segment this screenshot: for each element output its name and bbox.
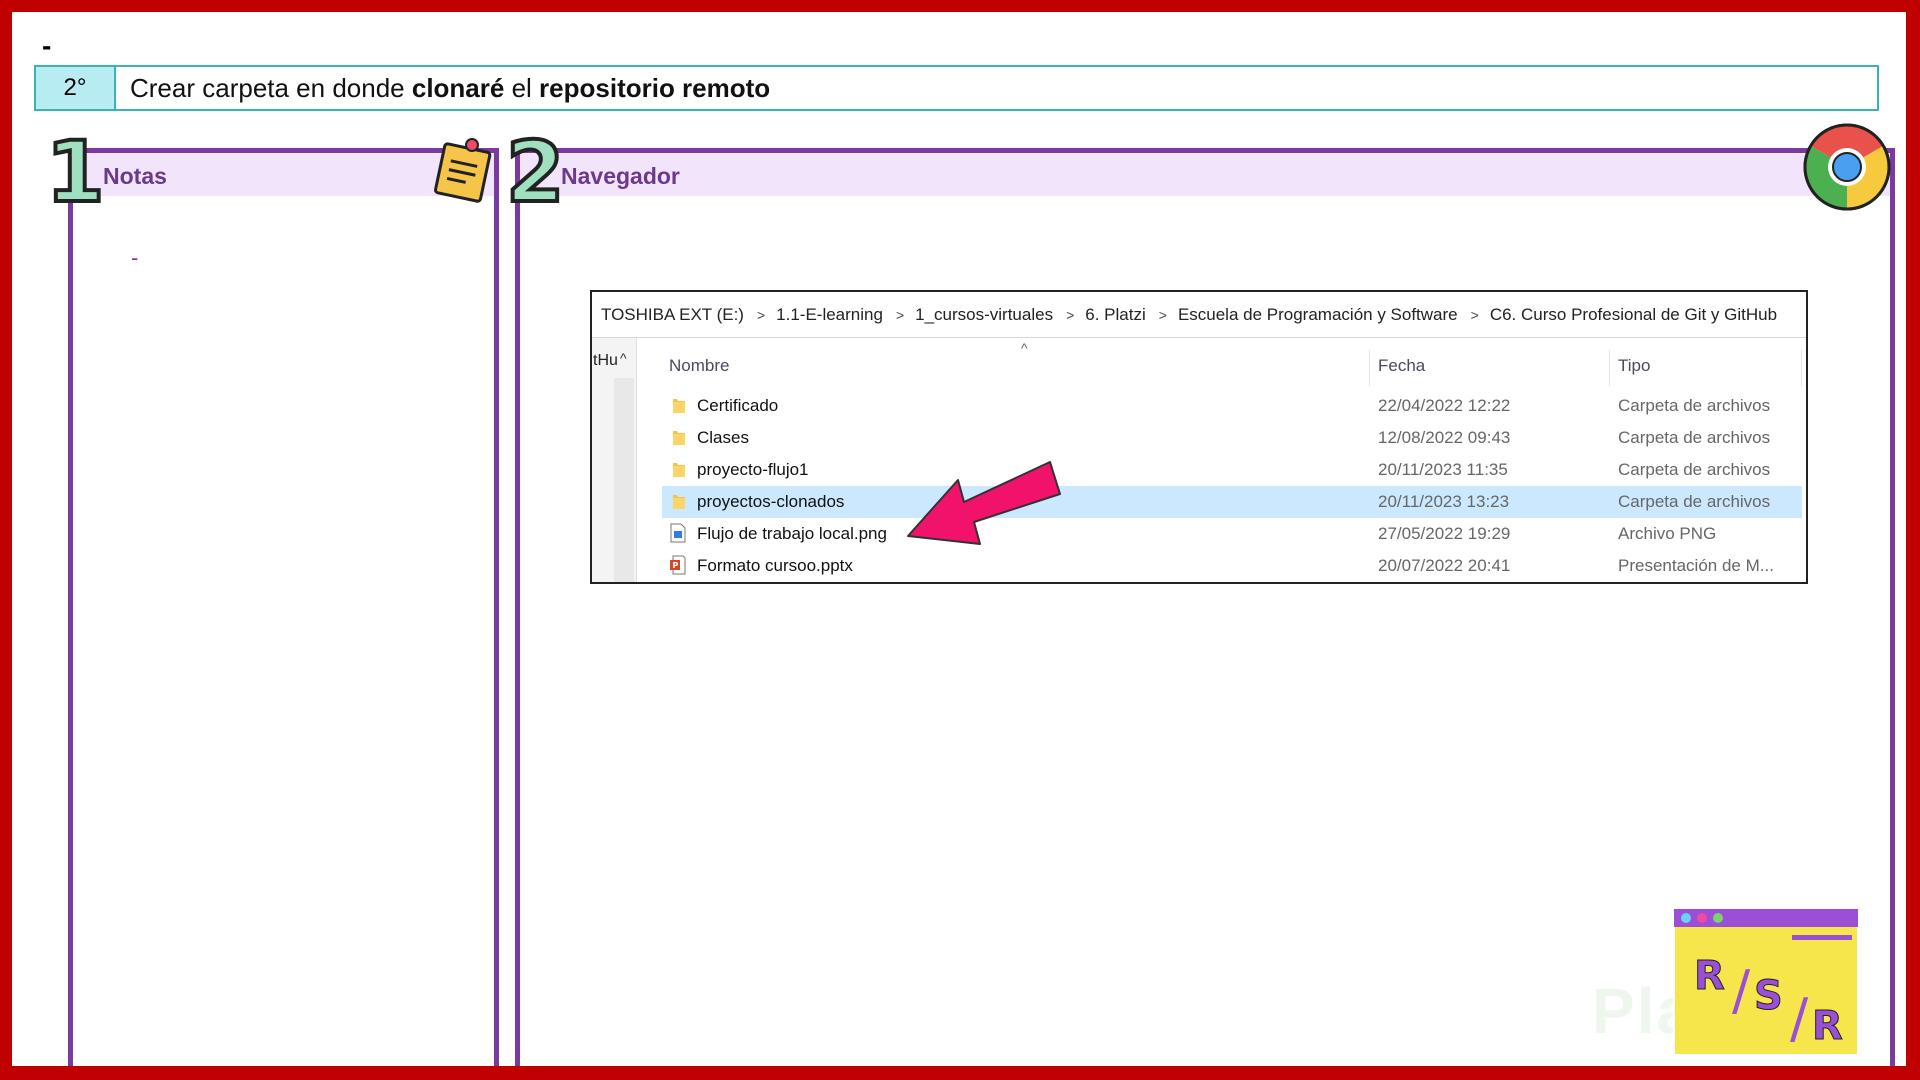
sticky-note-icon xyxy=(433,138,492,203)
file-name: Certificado xyxy=(697,396,779,415)
file-row[interactable]: P Formato cursoo.pptx 20/07/2022 20:41 P… xyxy=(662,550,1802,582)
breadcrumb-item[interactable]: Escuela de Programación y Software xyxy=(1178,305,1458,325)
logo-slash: / xyxy=(1790,987,1809,1050)
step-text-bold: repositorio remoto xyxy=(539,73,771,103)
folder-icon xyxy=(673,399,685,413)
step-text-part: Crear carpeta en donde xyxy=(130,73,412,103)
breadcrumb-item[interactable]: 6. Platzi xyxy=(1085,305,1145,325)
logo-letter: S xyxy=(1754,973,1783,1019)
navigation-pane: tHu ^ xyxy=(592,338,637,582)
file-explorer: TOSHIBA EXT (E:) > 1.1-E-learning > 1_curs… xyxy=(590,290,1808,584)
column-header-name[interactable]: Nombre xyxy=(669,356,729,376)
browser-title: Navegador xyxy=(561,163,680,189)
column-divider[interactable] xyxy=(1609,350,1610,386)
step-text-bold: clonaré xyxy=(411,73,505,103)
rsr-logo: R / S / R xyxy=(1673,908,1859,1056)
breadcrumb-item[interactable]: TOSHIBA EXT (E:) xyxy=(601,305,744,325)
folder-icon xyxy=(673,463,685,477)
folder-icon xyxy=(673,495,685,509)
column-header-type[interactable]: Tipo xyxy=(1618,356,1650,376)
file-row-selected[interactable]: proyectos-clonados 20/11/2023 13:23 Carp… xyxy=(662,486,1802,518)
logo-slash: / xyxy=(1732,959,1751,1022)
folder-icon xyxy=(673,431,685,445)
file-row[interactable]: proyecto-flujo1 20/11/2023 11:35 Carpeta… xyxy=(662,454,1802,486)
chevron-right-icon: > xyxy=(895,306,905,323)
breadcrumb: TOSHIBA EXT (E:) > 1.1-E-learning > 1_curs… xyxy=(592,292,1806,338)
logo-letter: R xyxy=(1694,953,1725,999)
file-row[interactable]: Certificado 22/04/2022 12:22 Carpeta de … xyxy=(662,390,1802,422)
breadcrumb-item[interactable]: 1_cursos-virtuales xyxy=(915,305,1053,325)
scrollbar[interactable] xyxy=(614,378,634,582)
top-dash: - xyxy=(42,30,52,61)
chevron-right-icon: > xyxy=(1066,306,1075,323)
pointer-arrow-icon xyxy=(907,461,1061,545)
step-text: Crear carpeta en donde clonaré el reposi… xyxy=(130,67,770,109)
file-name: proyectos-clonados xyxy=(697,492,845,511)
file-name: Flujo de trabajo local.png xyxy=(697,524,887,543)
notes-dash: - xyxy=(131,245,139,270)
column-divider[interactable] xyxy=(1801,350,1802,386)
step-bar: 2° Crear carpeta en donde clonaré el rep… xyxy=(34,65,1879,111)
browser-number: 2 xyxy=(504,123,566,221)
logo-letter: R xyxy=(1812,1003,1843,1049)
notes-panel: Notas - xyxy=(68,148,499,1066)
chevron-right-icon: > xyxy=(756,306,766,323)
file-type: Carpeta de archivos xyxy=(1618,460,1771,479)
file-date: 22/04/2022 12:22 xyxy=(1378,396,1511,415)
notes-number: 1 xyxy=(44,123,106,221)
file-name: Clases xyxy=(697,428,749,447)
notes-panel-header: Notas xyxy=(73,153,494,196)
file-date: 20/11/2023 13:23 xyxy=(1378,492,1510,511)
file-type: Carpeta de archivos xyxy=(1618,492,1771,511)
file-type: Carpeta de archivos xyxy=(1618,428,1771,447)
file-date: 27/05/2022 19:29 xyxy=(1378,524,1511,543)
browser-panel-header: Navegador xyxy=(520,153,1890,196)
column-header-date[interactable]: Fecha xyxy=(1378,356,1425,376)
file-date: 20/11/2023 11:35 xyxy=(1378,460,1508,479)
file-row[interactable]: Flujo de trabajo local.png 27/05/2022 19… xyxy=(662,518,1802,550)
file-name: Formato cursoo.pptx xyxy=(697,556,853,575)
sort-caret-icon: ^ xyxy=(1021,340,1028,356)
column-divider[interactable] xyxy=(1369,350,1370,386)
scroll-up-icon[interactable]: ^ xyxy=(620,350,627,366)
chevron-right-icon: > xyxy=(1470,306,1479,323)
file-type: Presentación de M... xyxy=(1618,556,1774,575)
file-row[interactable]: Clases 12/08/2022 09:43 Carpeta de archi… xyxy=(662,422,1802,454)
file-date: 20/07/2022 20:41 xyxy=(1378,556,1511,575)
chevron-right-icon: > xyxy=(1158,306,1167,323)
pptx-file-icon: P xyxy=(670,555,686,575)
navigation-pane-text: tHu xyxy=(593,352,618,369)
breadcrumb-item[interactable]: 1.1-E-learning xyxy=(776,305,883,325)
notes-title: Notas xyxy=(103,163,167,189)
file-date: 12/08/2022 09:43 xyxy=(1378,428,1511,447)
file-name: proyecto-flujo1 xyxy=(697,460,809,479)
breadcrumb-item[interactable]: C6. Curso Profesional de Git y GitHub xyxy=(1490,305,1777,325)
step-text-part: el xyxy=(504,73,540,103)
file-type: Archivo PNG xyxy=(1618,524,1717,543)
png-file-icon xyxy=(670,523,686,543)
slide: - 2° Crear carpeta en donde clonaré el r… xyxy=(12,12,1906,1066)
chrome-icon xyxy=(1803,123,1891,211)
step-number: 2° xyxy=(36,67,116,109)
file-type: Carpeta de archivos xyxy=(1618,396,1771,415)
svg-text:P: P xyxy=(673,561,679,570)
